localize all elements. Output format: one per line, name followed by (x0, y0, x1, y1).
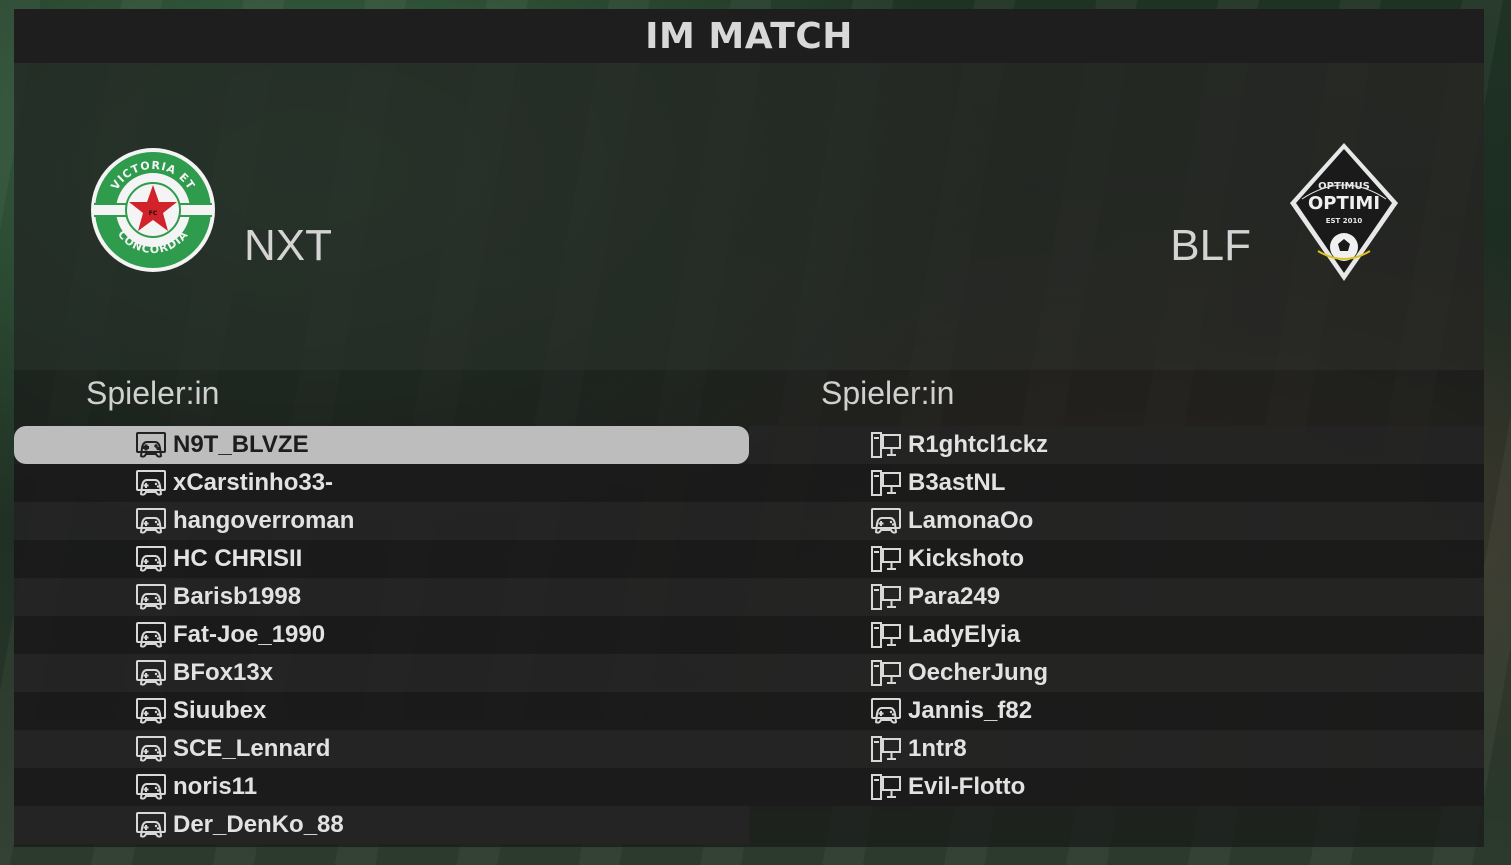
player-name: hangoverroman (173, 507, 355, 534)
player-name: xCarstinho33- (173, 469, 334, 496)
player-name: BFox13x (173, 659, 274, 686)
home-player-row-7[interactable]: Siuubex (14, 692, 749, 730)
away-player-row-1[interactable]: B3astNL (749, 464, 1484, 502)
home-player-row-10[interactable]: Der_DenKo_88 (14, 806, 749, 844)
player-name: LadyElyia (908, 621, 1021, 648)
pc-icon (870, 772, 902, 802)
player-name: SCE_Lennard (173, 735, 331, 762)
player-name: B3astNL (908, 469, 1006, 496)
console-icon (135, 430, 167, 460)
match-panel: IM MATCH FC VICTORIA ET CONCORDIA NXT OP… (14, 9, 1484, 847)
console-icon (870, 696, 902, 726)
player-name: Der_DenKo_88 (173, 811, 344, 838)
player-name: noris11 (173, 773, 258, 800)
away-players-header: Spieler:in (821, 375, 955, 411)
away-player-list: R1ghtcl1ckz B3astNL LamonaOo Kickshoto P… (749, 426, 1484, 806)
away-player-row-5[interactable]: LadyElyia (749, 616, 1484, 654)
away-crest-est-text: EST 2010 (1326, 217, 1363, 225)
player-name: HC CHRISII (173, 545, 303, 572)
home-player-row-2[interactable]: hangoverroman (14, 502, 749, 540)
console-icon (135, 620, 167, 650)
player-name: Kickshoto (908, 545, 1025, 572)
player-name: N9T_BLVZE (173, 431, 309, 458)
team-banner (14, 63, 1484, 370)
home-player-row-8[interactable]: SCE_Lennard (14, 730, 749, 768)
home-team-name: NXT (244, 221, 332, 270)
away-player-row-3[interactable]: Kickshoto (749, 540, 1484, 578)
console-icon (135, 696, 167, 726)
home-player-row-1[interactable]: xCarstinho33- (14, 464, 749, 502)
away-crest-main-text: OPTIMI (1308, 193, 1380, 214)
pc-icon (870, 620, 902, 650)
pc-icon (870, 468, 902, 498)
away-player-row-8[interactable]: 1ntr8 (749, 730, 1484, 768)
home-player-row-0[interactable]: N9T_BLVZE (14, 426, 749, 464)
home-team-crest: FC VICTORIA ET CONCORDIA (90, 147, 216, 273)
home-player-row-5[interactable]: Fat-Joe_1990 (14, 616, 749, 654)
home-player-row-4[interactable]: Barisb1998 (14, 578, 749, 616)
player-name: Barisb1998 (173, 583, 302, 610)
away-player-row-0[interactable]: R1ghtcl1ckz (749, 426, 1484, 464)
player-name: R1ghtcl1ckz (908, 431, 1049, 458)
console-icon (135, 810, 167, 840)
player-name: Jannis_f82 (908, 697, 1033, 724)
title-bar: IM MATCH (14, 9, 1484, 63)
away-player-row-9[interactable]: Evil-Flotto (749, 768, 1484, 806)
away-team-name: BLF (1170, 221, 1251, 270)
away-player-row-2[interactable]: LamonaOo (749, 502, 1484, 540)
player-name: OecherJung (908, 659, 1049, 686)
pc-icon (870, 430, 902, 460)
console-icon (135, 468, 167, 498)
away-player-row-4[interactable]: Para249 (749, 578, 1484, 616)
pc-icon (870, 582, 902, 612)
player-name: Para249 (908, 583, 1001, 610)
away-crest-top-text: OPTIMUS (1318, 181, 1370, 192)
pc-icon (870, 544, 902, 574)
player-name: 1ntr8 (908, 735, 967, 762)
console-icon (135, 582, 167, 612)
page-title: IM MATCH (645, 15, 853, 57)
pc-icon (870, 734, 902, 764)
player-name: Fat-Joe_1990 (173, 621, 326, 648)
console-icon (135, 772, 167, 802)
player-name: Siuubex (173, 697, 267, 724)
player-name: LamonaOo (908, 507, 1034, 534)
home-player-list: N9T_BLVZE xCarstinho33- hangoverroman HC… (14, 426, 749, 844)
home-player-row-6[interactable]: BFox13x (14, 654, 749, 692)
console-icon (135, 734, 167, 764)
home-players-header: Spieler:in (86, 375, 220, 411)
console-icon (135, 544, 167, 574)
console-icon (870, 506, 902, 536)
away-player-row-7[interactable]: Jannis_f82 (749, 692, 1484, 730)
away-player-row-6[interactable]: OecherJung (749, 654, 1484, 692)
home-player-row-9[interactable]: noris11 (14, 768, 749, 806)
player-name: Evil-Flotto (908, 773, 1026, 800)
console-icon (135, 506, 167, 536)
pc-icon (870, 658, 902, 688)
home-player-row-3[interactable]: HC CHRISII (14, 540, 749, 578)
away-team-crest: OPTIMUS OPTIMI EST 2010 (1288, 141, 1400, 283)
console-icon (135, 658, 167, 688)
home-crest-center-text: FC (149, 210, 158, 217)
